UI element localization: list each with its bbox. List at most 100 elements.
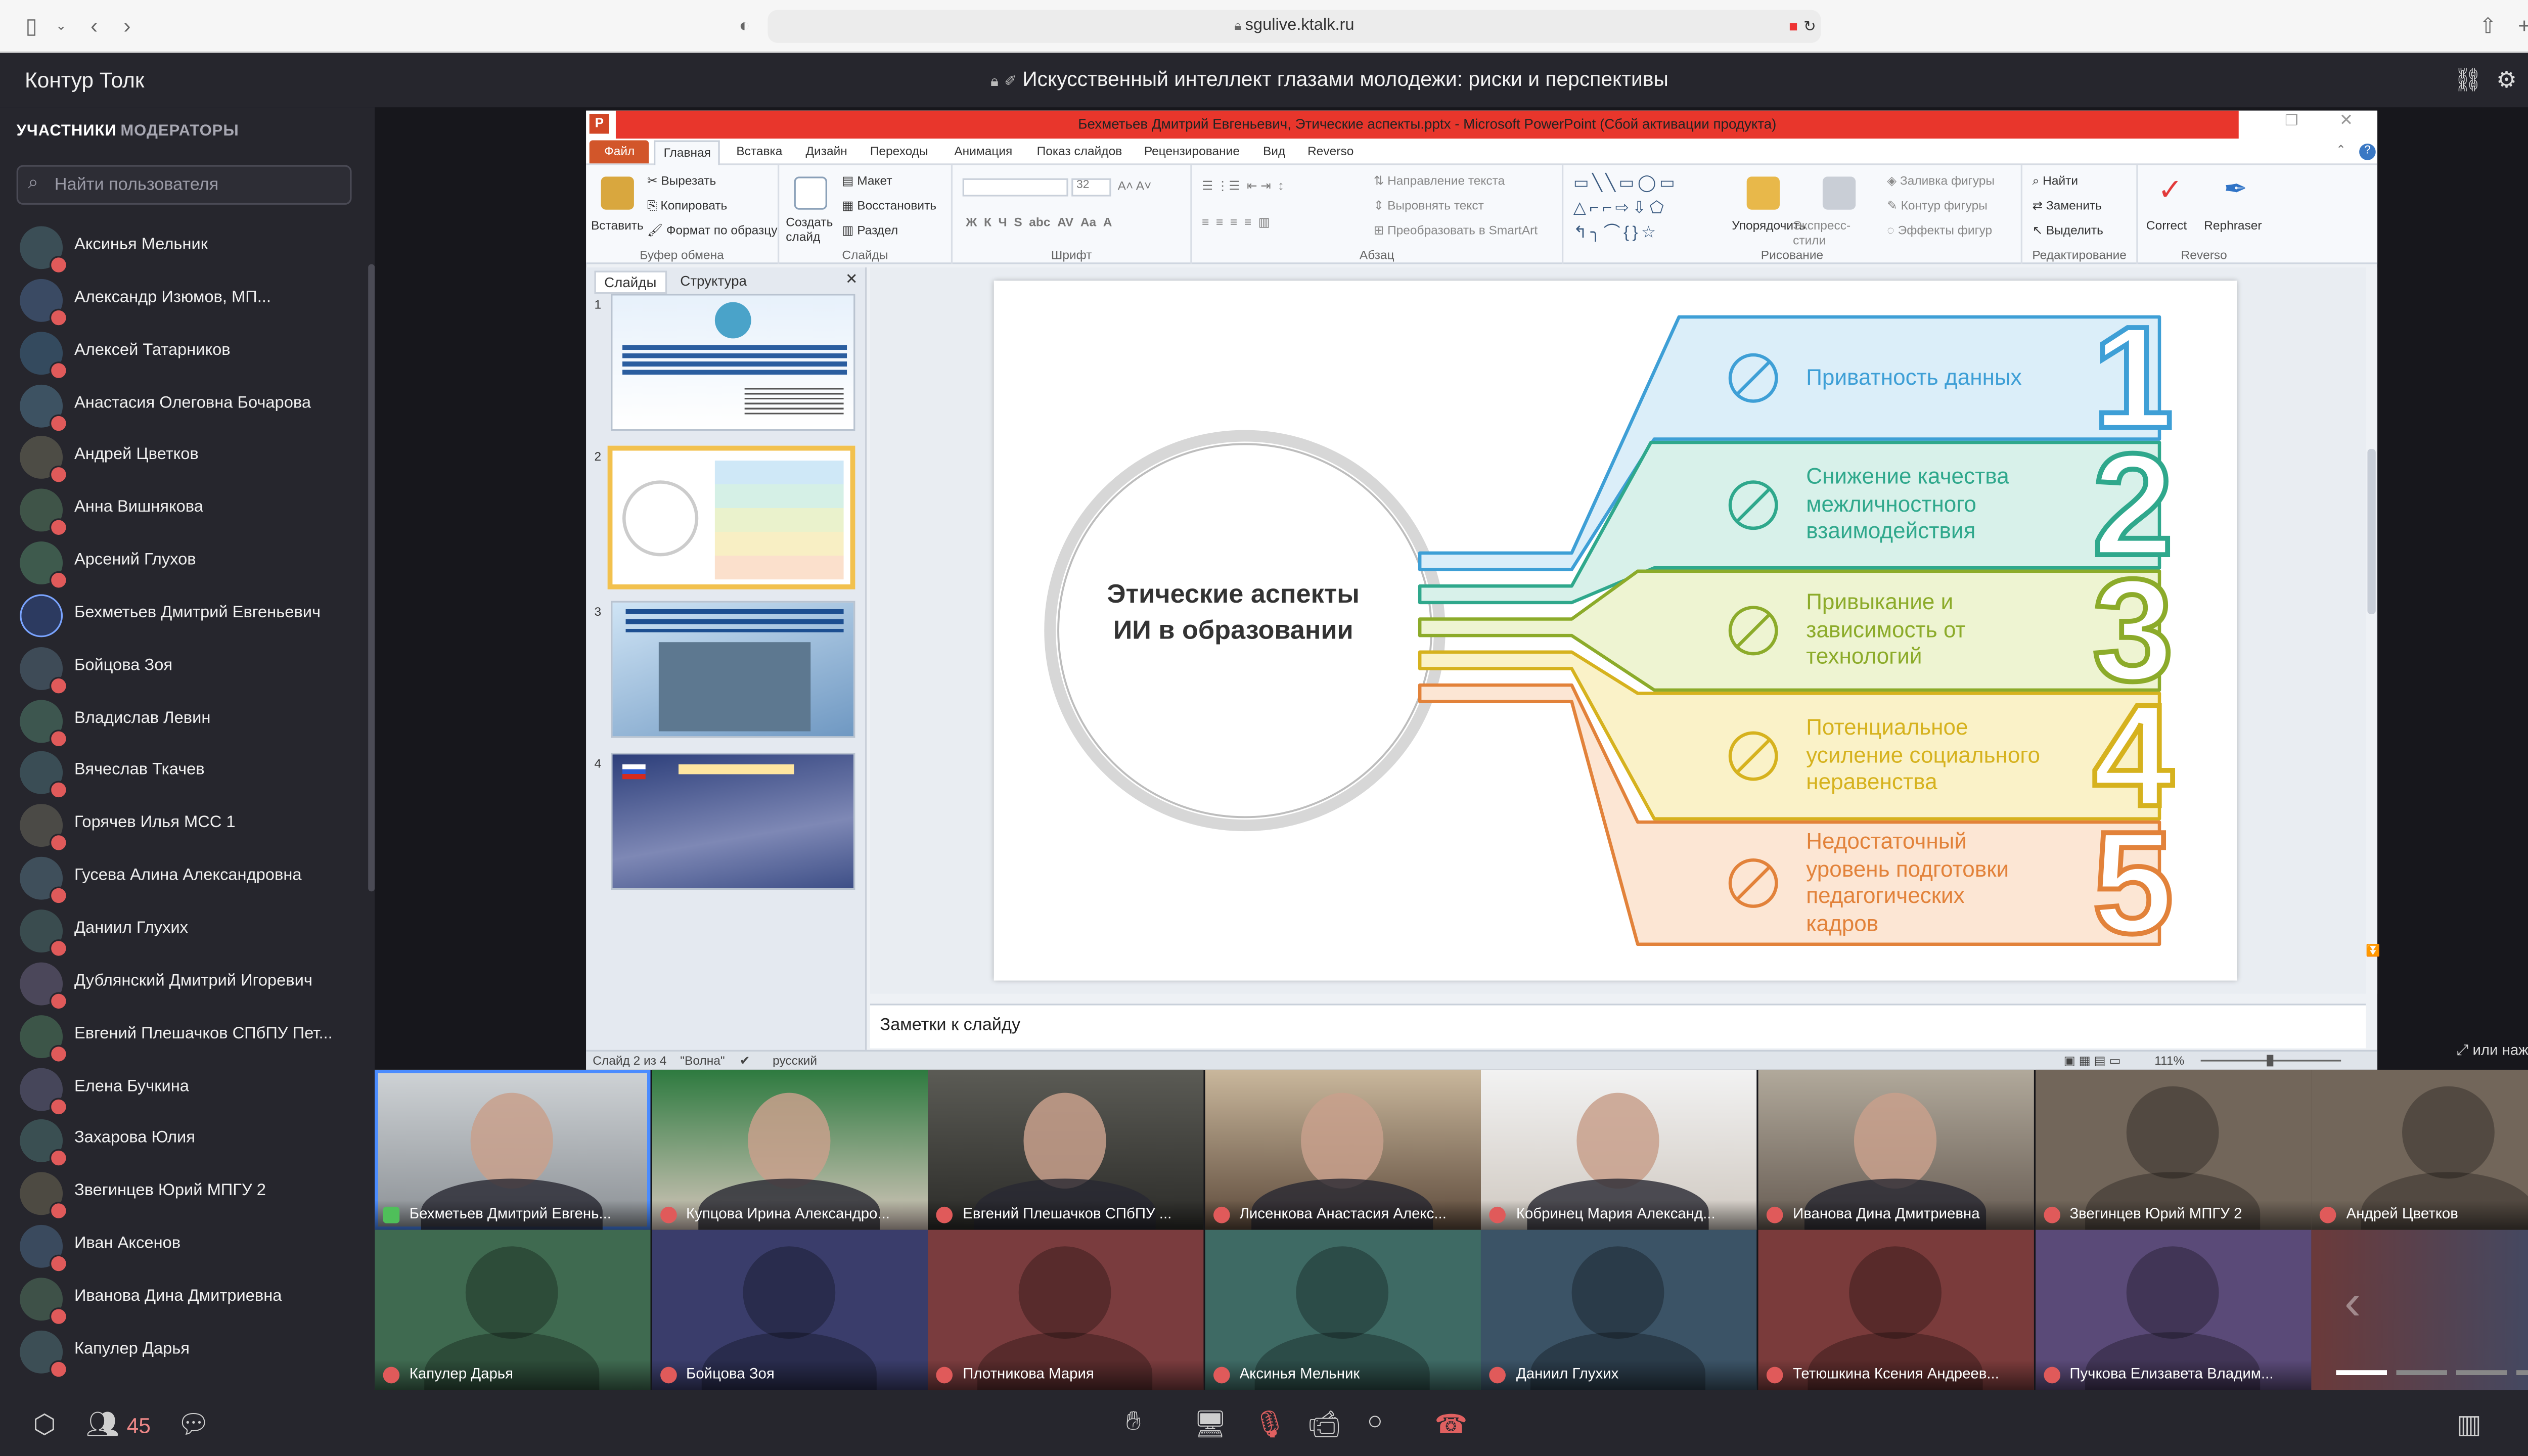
participant-item[interactable]: Анастасия Олеговна Бочарова bbox=[0, 379, 367, 432]
section-button[interactable]: ▥ Раздел bbox=[842, 223, 898, 238]
current-slide[interactable]: 12345 Этические аспекты ИИ в образовании… bbox=[994, 281, 2237, 981]
camera-icon[interactable]: 📹︎ bbox=[1307, 1408, 1341, 1441]
video-tile[interactable]: Андрей Цветков bbox=[2312, 1069, 2528, 1230]
participant-item[interactable]: Звегинцев Юрий МПГУ 2 bbox=[0, 1167, 367, 1220]
raise-hand-icon[interactable]: ✋︎ bbox=[1126, 1408, 1141, 1438]
video-tile[interactable]: Капулер Дарья bbox=[375, 1230, 651, 1390]
correct-button[interactable]: ✓ Correct bbox=[2145, 173, 2201, 248]
new-tab-icon[interactable]: + bbox=[2509, 12, 2528, 41]
record-icon[interactable]: ○ bbox=[1367, 1408, 1383, 1438]
font-family-select[interactable] bbox=[962, 178, 1068, 197]
layout-button[interactable]: ▤ Макет bbox=[842, 173, 892, 188]
zoom-slider[interactable] bbox=[2200, 1055, 2341, 1067]
sidebar-toggle-icon[interactable]: ▯ bbox=[17, 12, 47, 41]
link-icon[interactable]: ⛓ bbox=[2453, 66, 2482, 95]
help-icon[interactable]: ? bbox=[2359, 144, 2376, 160]
cut-button[interactable]: ✂ Вырезать bbox=[647, 173, 716, 188]
participant-item[interactable]: Дублянский Дмитрий Игоревич bbox=[0, 957, 367, 1010]
shapes-gallery[interactable]: ▭╲╲▭◯▭ △⌐⌐⇨⇩⬠ ↰╮⌒{}☆ bbox=[1573, 172, 1722, 246]
forward-icon[interactable]: › bbox=[112, 12, 142, 41]
spellcheck-icon[interactable]: ✔ bbox=[740, 1053, 750, 1068]
video-tile-more[interactable]: ‹› bbox=[2311, 1230, 2528, 1390]
prev-page-icon[interactable]: ‹ bbox=[2344, 1276, 2361, 1332]
participant-item[interactable]: Бехметьев Дмитрий Евгеньевич bbox=[0, 589, 367, 642]
shape-effects-button[interactable]: ◌ Эффекты фигур bbox=[1887, 223, 1992, 238]
shape-outline-button[interactable]: ✎ Контур фигуры bbox=[1887, 198, 1988, 213]
participant-item[interactable]: Бойцова Зоя bbox=[0, 642, 367, 695]
hang-up-icon[interactable]: ☎︎ bbox=[1435, 1408, 1468, 1441]
tab-slides[interactable]: Слайды bbox=[594, 270, 667, 294]
sidebar-scrollbar[interactable] bbox=[368, 264, 375, 892]
video-tile[interactable]: Лисенкова Анастасия Алекс... bbox=[1205, 1069, 1481, 1230]
address-bar[interactable]: 🔒︎ sgulive.ktalk.ru ■ ↻ bbox=[768, 10, 1821, 43]
chevron-down-icon[interactable]: ⌄ bbox=[46, 12, 76, 41]
slide-thumb-1[interactable] bbox=[611, 294, 855, 431]
tab-slideshow[interactable]: Показ слайдов bbox=[1037, 144, 1122, 158]
participant-item[interactable]: Анна Вишнякова bbox=[0, 484, 367, 537]
reset-button[interactable]: ▦ Восстановить bbox=[842, 198, 936, 213]
participant-item[interactable]: Елена Бучкина bbox=[0, 1062, 367, 1115]
search-input[interactable]: ⌕ Найти пользователя bbox=[16, 165, 352, 205]
slide-notes[interactable]: Заметки к слайду bbox=[870, 1004, 2366, 1049]
create-slide-button[interactable]: Создать слайд bbox=[786, 173, 835, 248]
list-buttons[interactable]: ☰ ⋮☰ ⇤ ⇥ ↕ bbox=[1202, 178, 1284, 193]
shape-fill-button[interactable]: ◈ Заливка фигуры bbox=[1887, 173, 1995, 188]
arrange-button[interactable]: Упорядочить bbox=[1732, 173, 1805, 248]
paste-button[interactable]: Вставить bbox=[591, 173, 644, 248]
tab-review[interactable]: Рецензирование bbox=[1144, 144, 1240, 158]
next-page-icon[interactable]: › bbox=[2526, 1269, 2528, 1339]
tab-home[interactable]: Главная bbox=[654, 140, 720, 165]
select-button[interactable]: ↖ Выделить bbox=[2033, 223, 2103, 238]
copy-button[interactable]: ⎘ Копировать bbox=[647, 198, 727, 215]
video-tile[interactable]: Пучкова Елизавета Владим... bbox=[2035, 1230, 2311, 1390]
close-icon[interactable]: ✕ bbox=[2339, 112, 2353, 130]
slide-scrollbar[interactable]: ⏬ bbox=[2366, 267, 2380, 994]
tab-animation[interactable]: Анимация bbox=[954, 144, 1012, 158]
participant-item[interactable]: Владислав Левин bbox=[0, 694, 367, 747]
slide-thumb-3[interactable] bbox=[611, 601, 855, 738]
video-tile[interactable]: Кобринец Мария Александ... bbox=[1481, 1069, 1757, 1230]
participant-item[interactable]: Вячеслав Ткачев bbox=[0, 747, 367, 800]
find-button[interactable]: ⌕ Найти bbox=[2033, 173, 2078, 190]
smartart-button[interactable]: ⊞ Преобразовать в SmartArt bbox=[1374, 223, 1538, 238]
mic-off-icon[interactable]: 🎙︎ bbox=[1253, 1408, 1286, 1441]
tab-reverso[interactable]: Reverso bbox=[1307, 144, 1353, 158]
video-tile[interactable]: Иванова Дина Дмитриевна bbox=[1758, 1069, 2034, 1230]
close-panel-icon[interactable]: ✕ bbox=[845, 271, 858, 289]
participant-item[interactable]: Даниил Глухих bbox=[0, 904, 367, 958]
chat-icon[interactable]: 💬︎ bbox=[176, 1408, 210, 1441]
participant-item[interactable]: Андрей Цветков bbox=[0, 431, 367, 484]
participant-item[interactable]: Евгений Плешачков СПбПУ Пет... bbox=[0, 1010, 367, 1063]
camera-icon[interactable]: ■ bbox=[1789, 10, 1798, 43]
slide-thumb-4[interactable] bbox=[611, 752, 855, 890]
tab-participants[interactable]: УЧАСТНИКИ bbox=[17, 122, 117, 141]
next-slide-icon[interactable]: ⏬ bbox=[2366, 944, 2380, 958]
participant-item[interactable]: Иван Аксенов bbox=[0, 1220, 367, 1273]
video-tile[interactable]: Евгений Плешачков СПбПУ ... bbox=[928, 1069, 1204, 1230]
participant-item[interactable]: Александр Изюмов, МП... bbox=[0, 274, 367, 327]
video-tile[interactable]: Аксинья Мельник bbox=[1205, 1230, 1481, 1390]
minimize-ribbon-icon[interactable]: ⌃ bbox=[2336, 144, 2345, 157]
language[interactable]: русский bbox=[773, 1053, 817, 1068]
video-tile[interactable]: Бехметьев Дмитрий Евгень... bbox=[375, 1069, 651, 1230]
participants-button[interactable]: 👥︎ 45 bbox=[86, 1408, 151, 1441]
video-tile[interactable]: Бойцова Зоя bbox=[651, 1230, 927, 1390]
participant-item[interactable]: Горячев Илья МСС 1 bbox=[0, 799, 367, 852]
share-icon[interactable]: ⇧ bbox=[2473, 12, 2503, 41]
video-tile[interactable]: Даниил Глухих bbox=[1481, 1230, 1757, 1390]
participant-item[interactable]: Капулер Дарья bbox=[0, 1325, 367, 1378]
participant-item[interactable]: Иванова Дина Дмитриевна bbox=[0, 1272, 367, 1326]
tab-transitions[interactable]: Переходы bbox=[870, 144, 928, 158]
font-size-select[interactable]: 32 bbox=[1071, 178, 1111, 197]
font-style-buttons[interactable]: Ж К Ч S abc AV Aa A bbox=[966, 214, 1112, 229]
video-tile[interactable]: Звегинцев Юрий МПГУ 2 bbox=[2035, 1069, 2311, 1230]
replace-button[interactable]: ⇄ Заменить bbox=[2033, 198, 2102, 213]
gear-icon[interactable]: ⚙ bbox=[2496, 66, 2517, 95]
tab-outline[interactable]: Структура bbox=[672, 271, 755, 291]
rephraser-button[interactable]: ✒ Rephraser bbox=[2204, 173, 2267, 248]
quick-styles-button[interactable]: Экспресс-стили bbox=[1793, 173, 1876, 248]
zoom-level[interactable]: 111% bbox=[2154, 1053, 2184, 1068]
font-grow-icon[interactable]: A˄ A˅ bbox=[1118, 178, 1152, 193]
slide-thumb-2[interactable] bbox=[607, 445, 855, 589]
fullscreen-hint[interactable]: ⤢ или нажмите F bbox=[2457, 1041, 2528, 1060]
